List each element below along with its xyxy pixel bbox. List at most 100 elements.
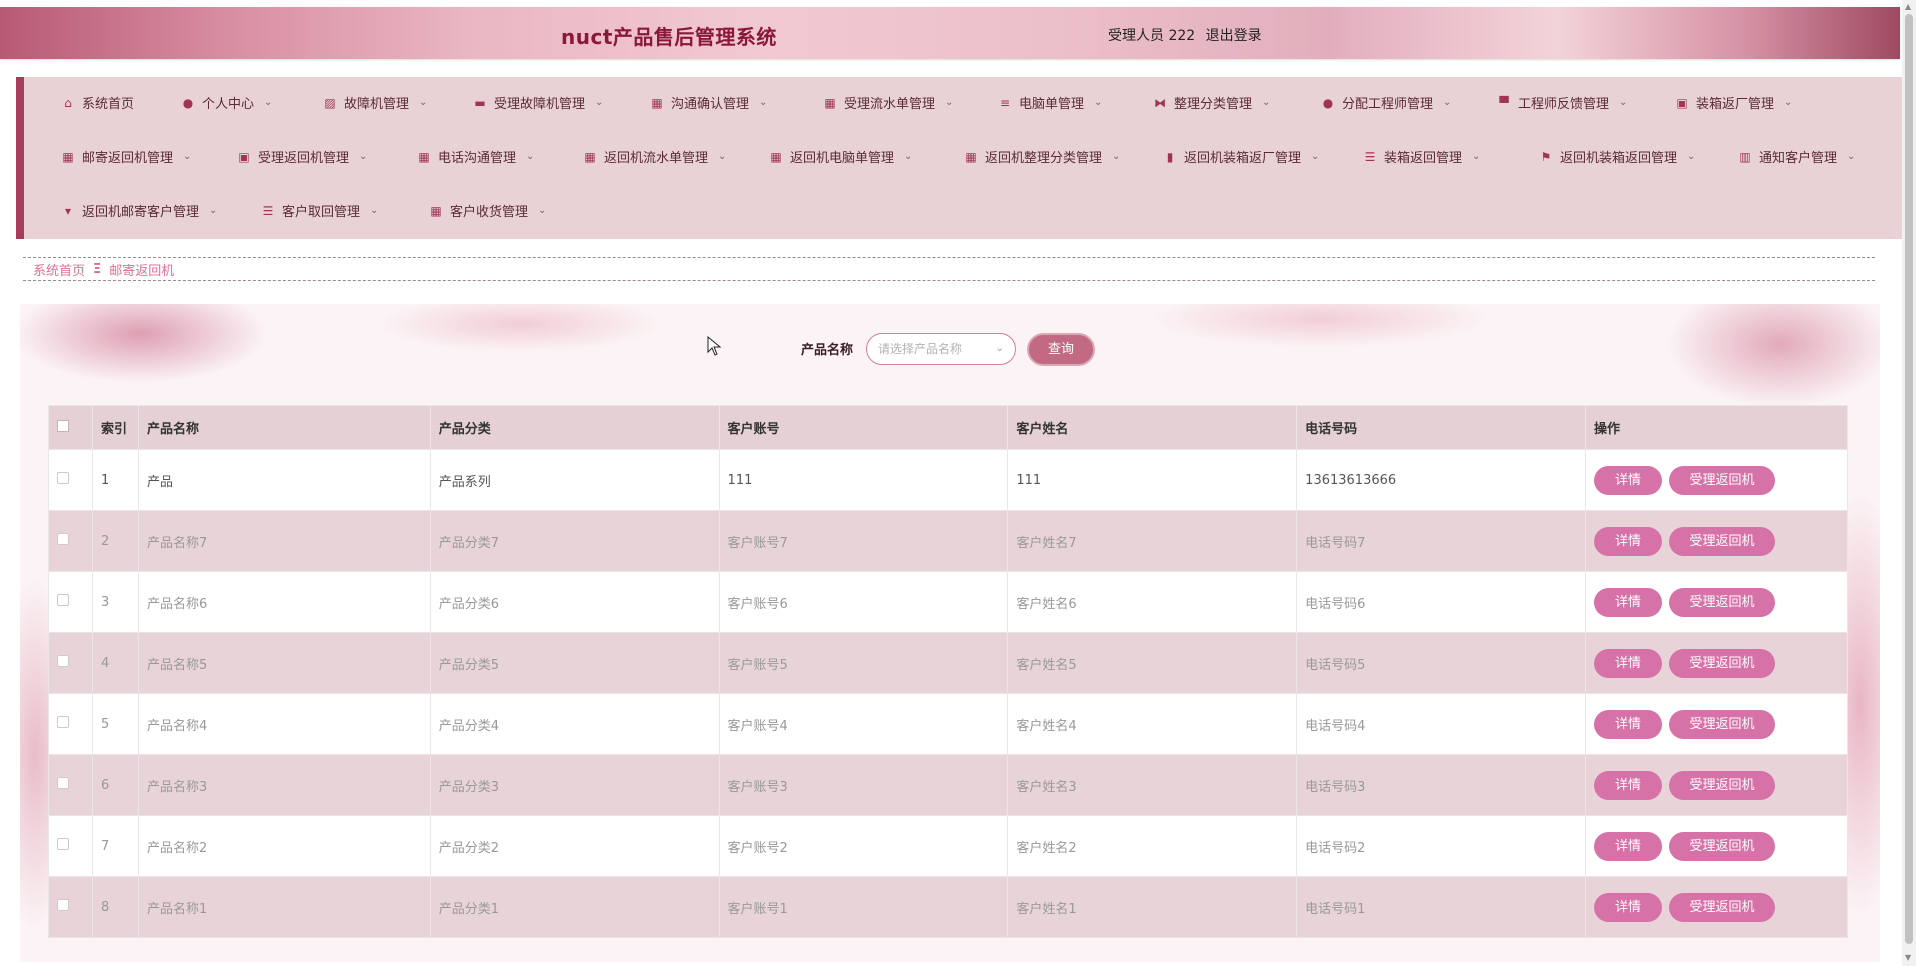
nav-item-7[interactable]: ≡ 电脑单管理 ⌄ bbox=[999, 93, 1102, 113]
scroll-up-icon[interactable]: ▲ bbox=[1905, 2, 1911, 11]
list-icon: ☰ bbox=[262, 203, 274, 218]
breadcrumb-separator-icon: Ξ bbox=[93, 261, 102, 277]
nav-item-23[interactable]: ☰ 客户取回管理 ⌄ bbox=[262, 201, 379, 221]
vertical-scrollbar[interactable]: ▲ ▼ bbox=[1902, 0, 1916, 966]
flag-icon: ⚑ bbox=[1540, 149, 1552, 164]
row-checkbox[interactable] bbox=[57, 899, 69, 911]
nav-item-4[interactable]: ▬ 受理故障机管理 ⌄ bbox=[474, 93, 603, 113]
chevron-down-icon: ⌄ bbox=[1687, 151, 1696, 162]
scroll-down-icon[interactable]: ▼ bbox=[1905, 953, 1911, 962]
nav-item-17[interactable]: ▦ 返回机整理分类管理 ⌄ bbox=[965, 147, 1121, 167]
handle-return-button[interactable]: 受理返回机 bbox=[1669, 465, 1776, 495]
product-name-select[interactable]: 请选择产品名称 ⌄ bbox=[866, 333, 1016, 365]
column-header: 电话号码 bbox=[1296, 405, 1587, 450]
table-cell: 产品分类7 bbox=[429, 510, 720, 572]
row-actions: 详情 受理返回机 bbox=[1585, 632, 1848, 694]
row-select-cell[interactable] bbox=[48, 571, 93, 633]
detail-button[interactable]: 详情 bbox=[1594, 526, 1663, 556]
nav-item-12[interactable]: ▦ 邮寄返回机管理 ⌄ bbox=[62, 147, 191, 167]
table-cell: 3 bbox=[91, 571, 139, 633]
nav-item-15[interactable]: ▦ 返回机流水单管理 ⌄ bbox=[584, 147, 726, 167]
row-checkbox[interactable] bbox=[57, 777, 69, 789]
row-checkbox[interactable] bbox=[57, 472, 69, 484]
handle-return-button[interactable]: 受理返回机 bbox=[1669, 892, 1776, 922]
row-select-cell[interactable] bbox=[48, 449, 93, 511]
nav-item-19[interactable]: ☰ 装箱返回管理 ⌄ bbox=[1364, 147, 1481, 167]
row-select-cell[interactable] bbox=[48, 754, 93, 816]
handle-return-button[interactable]: 受理返回机 bbox=[1669, 526, 1776, 556]
row-select-cell[interactable] bbox=[48, 815, 93, 877]
row-select-cell[interactable] bbox=[48, 510, 93, 572]
nav-item-24[interactable]: ▦ 客户收货管理 ⌄ bbox=[430, 201, 546, 221]
nav-item-11[interactable]: ▣ 装箱返厂管理 ⌄ bbox=[1676, 93, 1792, 113]
handle-return-button[interactable]: 受理返回机 bbox=[1669, 709, 1776, 739]
table-cell: 产品 bbox=[137, 449, 431, 511]
app-title: nuct产品售后管理系统 bbox=[561, 25, 777, 49]
nav-item-10[interactable]: ▀ 工程师反馈管理 ⌄ bbox=[1498, 93, 1628, 113]
row-actions: 详情 受理返回机 bbox=[1585, 449, 1848, 511]
table-cell: 111 bbox=[1007, 449, 1298, 511]
logout-link[interactable]: 退出登录 bbox=[1206, 28, 1262, 44]
grid-icon: ▦ bbox=[62, 149, 74, 164]
search-button[interactable]: 查询 bbox=[1027, 333, 1095, 366]
row-checkbox[interactable] bbox=[57, 716, 69, 728]
detail-button[interactable]: 详情 bbox=[1594, 648, 1663, 678]
detail-button[interactable]: 详情 bbox=[1594, 709, 1663, 739]
detail-button[interactable]: 详情 bbox=[1594, 587, 1663, 617]
nav-item-6[interactable]: ▦ 受理流水单管理 ⌄ bbox=[824, 93, 954, 113]
nav-item-9[interactable]: ● 分配工程师管理 ⌄ bbox=[1322, 93, 1452, 113]
row-actions: 详情 受理返回机 bbox=[1585, 815, 1848, 877]
row-select-cell[interactable] bbox=[48, 693, 93, 755]
chevron-down-icon: ⌄ bbox=[359, 151, 368, 162]
table-cell: 产品名称2 bbox=[137, 815, 431, 877]
table-cell: 产品名称5 bbox=[137, 632, 431, 694]
bowtie-icon: ⧓ bbox=[1154, 95, 1166, 110]
nav-item-21[interactable]: ▥ 通知客户管理 ⌄ bbox=[1739, 147, 1856, 167]
table-row: 4 产品名称5 产品分类5 客户账号5 客户姓名5 电话号码5 详情 受理返回机 bbox=[48, 632, 1848, 694]
nav-item-22[interactable]: ▾ 返回机邮寄客户管理 ⌄ bbox=[62, 201, 218, 221]
row-select-cell[interactable] bbox=[48, 632, 93, 694]
detail-button[interactable]: 详情 bbox=[1594, 831, 1663, 861]
nav-item-2[interactable]: ● 个人中心 ⌄ bbox=[182, 93, 273, 113]
table-row: 6 产品名称3 产品分类3 客户账号3 客户姓名3 电话号码3 详情 受理返回机 bbox=[48, 754, 1848, 816]
table-cell: 客户姓名5 bbox=[1007, 632, 1298, 694]
nav-item-8[interactable]: ⧓ 整理分类管理 ⌄ bbox=[1154, 93, 1270, 113]
column-header: 索引 bbox=[91, 405, 139, 450]
chevron-down-icon: ⌄ bbox=[945, 97, 954, 108]
nav-item-14[interactable]: ▦ 电话沟通管理 ⌄ bbox=[418, 147, 534, 167]
row-checkbox[interactable] bbox=[57, 655, 69, 667]
chevron-down-icon: ⌄ bbox=[1112, 151, 1121, 162]
column-header: 产品分类 bbox=[429, 405, 720, 450]
clipboard-icon: ▣ bbox=[1676, 95, 1688, 110]
scrollbar-thumb[interactable] bbox=[1905, 14, 1913, 944]
nav-item-18[interactable]: ▮ 返回机装箱返厂管理 ⌄ bbox=[1164, 147, 1320, 167]
detail-button[interactable]: 详情 bbox=[1594, 465, 1663, 495]
breadcrumb-home[interactable]: 系统首页 bbox=[33, 260, 85, 279]
detail-button[interactable]: 详情 bbox=[1594, 770, 1663, 800]
handle-return-button[interactable]: 受理返回机 bbox=[1669, 831, 1776, 861]
nav-item-20[interactable]: ⚑ 返回机装箱返回管理 ⌄ bbox=[1540, 147, 1696, 167]
nav-item-3[interactable]: ▨ 故障机管理 ⌄ bbox=[324, 93, 427, 113]
row-checkbox[interactable] bbox=[57, 594, 69, 606]
nav-item-13[interactable]: ▣ 受理返回机管理 ⌄ bbox=[238, 147, 368, 167]
row-select-cell[interactable] bbox=[48, 876, 93, 938]
nav-item-1[interactable]: ⌂ 系统首页 bbox=[62, 93, 134, 113]
select-all-checkbox[interactable] bbox=[57, 419, 69, 432]
nav-item-label: 受理返回机管理 bbox=[258, 151, 350, 166]
table-row: 8 产品名称1 产品分类1 客户账号1 客户姓名1 电话号码1 详情 受理返回机 bbox=[48, 876, 1848, 938]
nav-item-16[interactable]: ▦ 返回机电脑单管理 ⌄ bbox=[770, 147, 912, 167]
row-checkbox[interactable] bbox=[57, 838, 69, 850]
detail-button[interactable]: 详情 bbox=[1594, 892, 1663, 922]
nav-item-5[interactable]: ▦ 沟通确认管理 ⌄ bbox=[651, 93, 767, 113]
handle-return-button[interactable]: 受理返回机 bbox=[1669, 648, 1776, 678]
row-checkbox[interactable] bbox=[57, 533, 69, 545]
handle-return-button[interactable]: 受理返回机 bbox=[1669, 770, 1776, 800]
chevron-down-icon: ⌄ bbox=[1443, 97, 1452, 108]
current-user: 受理人员 222 bbox=[1108, 28, 1196, 44]
chevron-down-icon: ⌄ bbox=[209, 205, 218, 216]
chevron-down-icon: ⌄ bbox=[1847, 151, 1856, 162]
handle-return-button[interactable]: 受理返回机 bbox=[1669, 587, 1776, 617]
grid-icon: ▦ bbox=[651, 95, 663, 110]
chevron-down-icon: ⌄ bbox=[1619, 97, 1628, 108]
select-all-header[interactable] bbox=[48, 405, 93, 450]
